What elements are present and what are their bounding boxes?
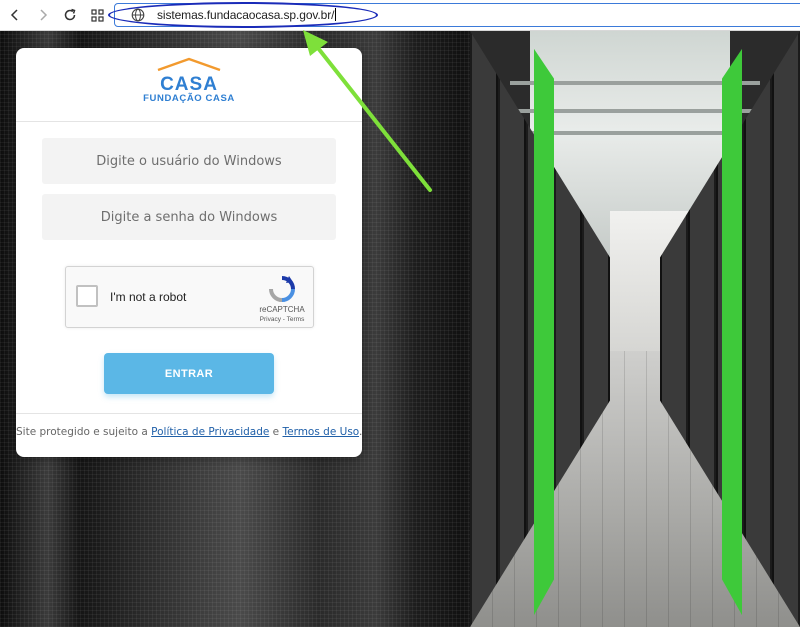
green-pillar-right: [722, 48, 742, 616]
back-button[interactable]: [5, 5, 25, 25]
recaptcha-links: Privacy - Terms: [250, 316, 314, 323]
browser-toolbar: sistemas.fundacaocasa.sp.gov.br/: [0, 0, 800, 31]
logo: CASA FUNDAÇÃO CASA: [16, 48, 362, 122]
datacenter-corridor: [470, 31, 800, 627]
text-cursor: [335, 8, 337, 21]
apps-grid-icon: [90, 8, 104, 22]
password-input[interactable]: [42, 194, 336, 240]
footer-notice: Site protegido e sujeito a Política de P…: [16, 413, 362, 457]
svg-text:CASA: CASA: [160, 74, 218, 95]
recaptcha-checkbox[interactable]: [76, 285, 98, 307]
fundacao-casa-logo-icon: CASA: [157, 57, 221, 95]
address-bar[interactable]: sistemas.fundacaocasa.sp.gov.br/: [114, 3, 800, 27]
globe-icon: [131, 8, 145, 22]
footer-suffix: .: [359, 426, 362, 438]
logo-subtitle: FUNDAÇÃO CASA: [143, 93, 235, 104]
login-card: CASA FUNDAÇÃO CASA I'm not a robot reCAP…: [16, 48, 362, 457]
username-input[interactable]: [42, 138, 336, 184]
recaptcha-privacy-link[interactable]: Privacy: [260, 316, 281, 323]
recaptcha-logo-icon: [269, 276, 295, 302]
recaptcha-label: I'm not a robot: [110, 290, 187, 304]
recaptcha-terms-link[interactable]: Terms: [287, 316, 305, 323]
green-pillar-left: [534, 48, 554, 616]
forward-arrow-icon: [40, 9, 48, 21]
recaptcha-brand: reCAPTCHA: [259, 305, 305, 314]
forward-button[interactable]: [33, 5, 53, 25]
privacy-policy-link[interactable]: Política de Privacidade: [151, 426, 269, 438]
back-arrow-icon: [10, 9, 18, 21]
reload-button[interactable]: [60, 5, 80, 25]
screen: sistemas.fundacaocasa.sp.gov.br/ CASA FU…: [0, 0, 800, 627]
enter-button[interactable]: ENTRAR: [104, 353, 274, 394]
terms-of-use-link[interactable]: Termos de Uso: [282, 426, 359, 438]
footer-prefix: Site protegido e sujeito a: [16, 426, 152, 438]
footer-conjunction: e: [269, 426, 283, 438]
apps-button[interactable]: [87, 5, 107, 25]
reload-icon: [64, 8, 76, 21]
url-text: sistemas.fundacaocasa.sp.gov.br/: [157, 8, 337, 22]
recaptcha-widget: I'm not a robot reCAPTCHA Privacy - Term…: [65, 266, 314, 328]
